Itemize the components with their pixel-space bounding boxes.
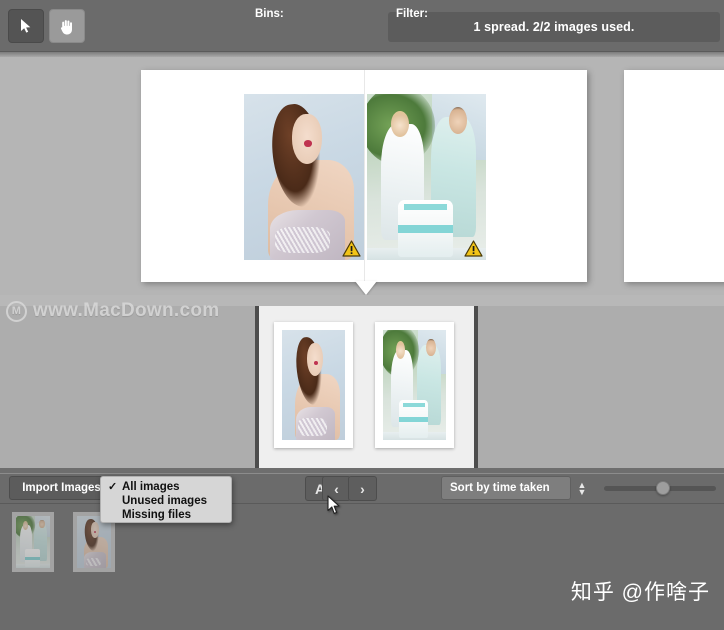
spread-position-marker-icon (355, 281, 377, 295)
status-text: 1 spread. 2/2 images used. (473, 20, 635, 34)
menu-item-label: Unused images (122, 495, 207, 507)
cake-cutting-tray-thumbnail (16, 516, 50, 568)
bride-portrait-thumbnail (282, 330, 345, 440)
tray-thumbnail[interactable] (12, 512, 54, 572)
page-thumbnail[interactable] (375, 322, 454, 448)
zhihu-watermark: 知乎 @作啥子 (570, 581, 710, 604)
thumbnail-size-slider[interactable] (604, 481, 716, 495)
spread-canvas[interactable] (0, 57, 724, 295)
import-source-menu[interactable]: ✓ All images Unused images Missing files (100, 476, 232, 523)
warning-triangle-icon[interactable] (464, 240, 483, 257)
strip-center-pane[interactable] (259, 295, 474, 468)
filter-selected-value: Sort by time taken (450, 482, 550, 494)
page-thumbnail[interactable] (274, 322, 353, 448)
application-window: 1 spread. 2/2 images used. M www.MacDown… (0, 0, 724, 630)
hand-icon (59, 18, 75, 35)
bins-label: Bins: (255, 8, 284, 20)
bins-next-button[interactable]: › (348, 476, 377, 501)
spread-photo-right[interactable] (367, 94, 486, 260)
bride-portrait-tray-thumbnail (77, 516, 111, 568)
status-badge: 1 spread. 2/2 images used. (388, 12, 720, 42)
menu-item-unused-images[interactable]: Unused images (101, 494, 231, 508)
cake-cutting-thumbnail (383, 330, 446, 440)
hand-tool-button[interactable] (49, 9, 85, 43)
page-spread[interactable] (141, 70, 587, 282)
page-gutter (364, 70, 365, 282)
next-page-preview[interactable] (624, 70, 724, 282)
cursor-arrow-icon (20, 18, 32, 34)
slider-knob[interactable] (656, 481, 670, 495)
filter-label: Filter: (396, 8, 428, 20)
menu-item-all-images[interactable]: ✓ All images (101, 480, 231, 494)
strip-right-pane (478, 295, 724, 468)
selection-tool-button[interactable] (8, 9, 44, 43)
spread-photo-left[interactable] (244, 94, 364, 260)
macdown-logo-icon: M (6, 300, 27, 322)
chevron-right-icon: › (360, 480, 365, 497)
import-images-label: Import Images (22, 482, 101, 494)
cake-cutting-image (367, 94, 486, 260)
menu-item-label: Missing files (122, 509, 192, 521)
macdown-watermark-text: www.MacDown.com (33, 300, 220, 321)
macdown-watermark: M www.MacDown.com (6, 300, 219, 322)
warning-triangle-icon[interactable] (342, 240, 361, 257)
menu-item-missing-files[interactable]: Missing files (101, 508, 231, 522)
checkmark-icon: ✓ (108, 481, 118, 493)
bride-portrait-image (244, 94, 364, 260)
strip-divider-left[interactable] (255, 295, 259, 468)
filter-stepper[interactable]: ▲ ▼ (575, 479, 589, 498)
mouse-cursor-icon (327, 495, 341, 520)
filter-select[interactable]: Sort by time taken (441, 476, 571, 500)
import-images-button[interactable]: Import Images (9, 476, 114, 500)
top-toolbar: 1 spread. 2/2 images used. (0, 0, 724, 52)
stepper-down-icon: ▼ (577, 486, 587, 497)
menu-item-label: All images (122, 481, 180, 493)
